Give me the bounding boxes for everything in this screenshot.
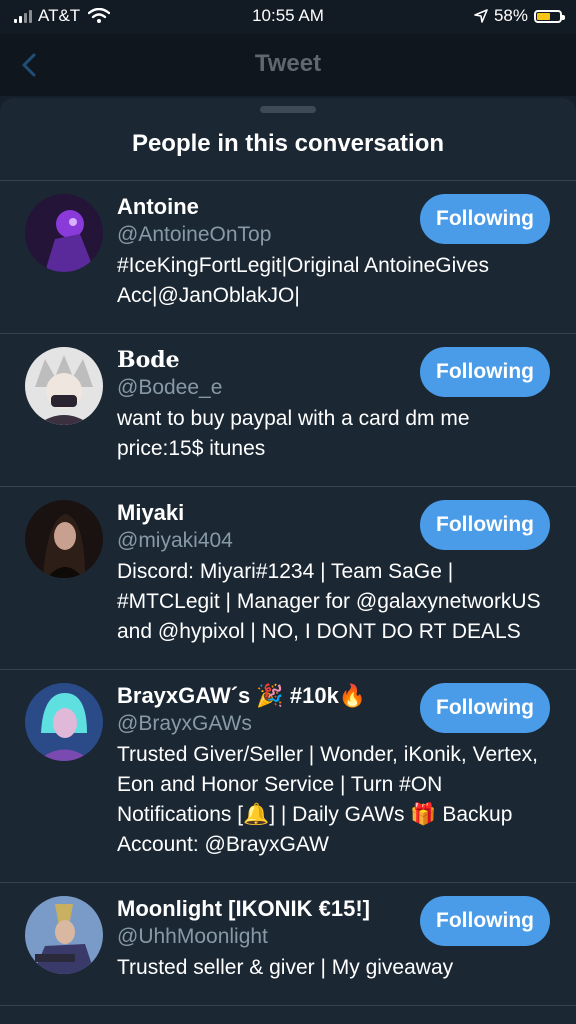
battery-fill [537,12,550,20]
person-bio: want to buy paypal with a card dm me pri… [117,407,470,460]
following-button[interactable]: Following [420,500,550,550]
following-button[interactable]: Following [420,194,550,244]
avatar[interactable] [25,194,103,272]
battery-percent: 58% [493,6,528,25]
person-bio: Trusted Giver/Seller | Wonder, iKonik, V… [117,743,538,856]
following-button[interactable]: Following [420,347,550,397]
nav-bar: Tweet [0,34,576,96]
avatar[interactable] [25,896,103,974]
person-bio: Trusted seller & giver | My giveaway [117,956,454,979]
avatar[interactable] [25,683,103,761]
avatar[interactable] [25,500,103,578]
nav-title: Tweet [254,50,322,77]
person-bio: #IceKingFortLegit|Original AntoineGives … [117,254,489,307]
battery-icon [534,9,565,23]
person-row[interactable]: BrayxGAW´s 🎉 #10k🔥 @BrayxGAWs Trusted Gi… [0,670,576,883]
people-list: Antoine @AntoineOnTop #IceKingFortLegit|… [0,180,576,1006]
person-bio: Discord: Miyari#1234 | Team SaGe | #MTCL… [117,560,541,643]
status-right: 58% [474,6,565,26]
location-arrow-icon [474,9,488,23]
status-bar: AT&T 10:55 AM 58% [0,0,576,34]
person-row[interactable]: Antoine @AntoineOnTop #IceKingFortLegit|… [0,181,576,334]
person-row[interactable]: Moonlight [IKONIK €15!] @UhhMoonlight Tr… [0,883,576,1006]
sheet-title: People in this conversation [131,130,445,157]
person-row[interactable]: Bode @Bodee_e want to buy paypal with a … [0,334,576,487]
person-row[interactable]: Miyaki @miyaki404 Discord: Miyari#1234 |… [0,487,576,670]
conversation-people-sheet: People in this conversation Antoine @Ant… [0,98,576,1024]
following-button[interactable]: Following [420,683,550,733]
sheet-drag-handle[interactable] [260,106,316,113]
following-button[interactable]: Following [420,896,550,946]
avatar[interactable] [25,347,103,425]
